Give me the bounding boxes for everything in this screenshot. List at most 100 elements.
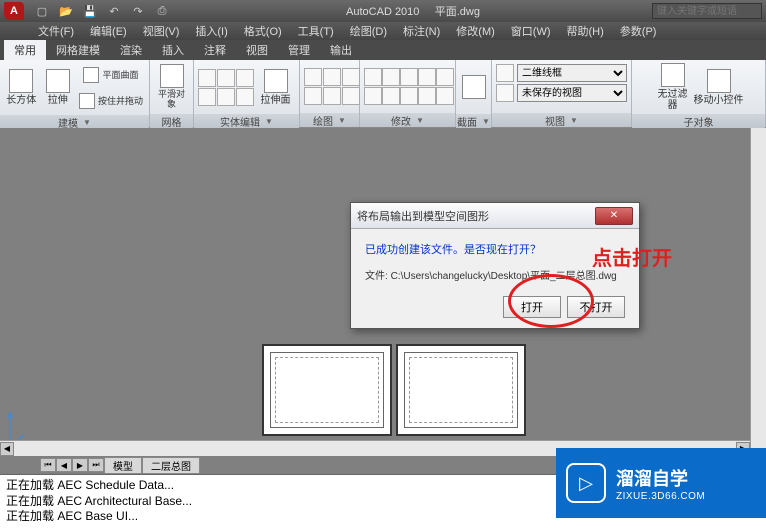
tab-insert[interactable]: 插入 bbox=[152, 40, 194, 60]
draw-tool-4[interactable] bbox=[304, 87, 322, 105]
file-name: 平面.dwg bbox=[435, 6, 480, 18]
layout-tab-model[interactable]: 模型 bbox=[104, 457, 142, 474]
mod-tool-3[interactable] bbox=[400, 68, 418, 86]
planarsurf-icon bbox=[83, 67, 99, 83]
tab-annotate[interactable]: 注释 bbox=[194, 40, 236, 60]
draw-tool-6[interactable] bbox=[342, 87, 360, 105]
qat-undo-icon[interactable]: ↶ bbox=[103, 2, 125, 20]
mod-tool-8[interactable] bbox=[400, 87, 418, 105]
thumbnail-1[interactable] bbox=[262, 344, 392, 436]
draw-tool-1[interactable] bbox=[304, 68, 322, 86]
view-icon-1[interactable] bbox=[496, 64, 514, 82]
menu-format[interactable]: 格式(O) bbox=[236, 23, 290, 39]
mod-tool-10[interactable] bbox=[436, 87, 454, 105]
scroll-left-icon[interactable]: ◀ bbox=[0, 442, 14, 456]
solid-tool-5[interactable] bbox=[217, 88, 235, 106]
quick-access-toolbar: A ▢ 📂 💾 ↶ ↷ ⎙ AutoCAD 2010 平面.dwg bbox=[0, 0, 766, 22]
thumbnail-2[interactable] bbox=[396, 344, 526, 436]
chevron-down-icon[interactable]: ▼ bbox=[83, 118, 91, 127]
layout-prev-icon[interactable]: ◀ bbox=[56, 458, 72, 472]
view-icon-2[interactable] bbox=[496, 84, 514, 102]
menu-file[interactable]: 文件(F) bbox=[30, 23, 82, 39]
smooth-icon bbox=[160, 64, 184, 88]
qat-open-icon[interactable]: 📂 bbox=[55, 2, 77, 20]
gizmo-button[interactable]: 移动小控件 bbox=[694, 62, 744, 112]
presspull-button[interactable]: 按住并拖动 bbox=[77, 88, 145, 113]
panel-draw: 绘图 ▼ bbox=[300, 60, 360, 127]
layout-last-icon[interactable]: ⏭ bbox=[88, 458, 104, 472]
panel-title-grid: 网格 bbox=[162, 114, 182, 129]
mod-tool-1[interactable] bbox=[364, 68, 382, 86]
draw-tool-5[interactable] bbox=[323, 87, 341, 105]
layout-tab-floor2[interactable]: 二层总图 bbox=[142, 457, 200, 474]
qat-save-icon[interactable]: 💾 bbox=[79, 2, 101, 20]
close-button[interactable]: ✕ bbox=[595, 207, 633, 225]
menu-help[interactable]: 帮助(H) bbox=[559, 23, 612, 39]
mod-tool-9[interactable] bbox=[418, 87, 436, 105]
tab-view[interactable]: 视图 bbox=[236, 40, 278, 60]
solid-tool-4[interactable] bbox=[198, 88, 216, 106]
solid-tool-6[interactable] bbox=[236, 88, 254, 106]
dialog-titlebar[interactable]: 将布局输出到模型空间图形 ✕ bbox=[351, 203, 639, 229]
extrudeface-button[interactable]: 拉伸面 bbox=[256, 62, 295, 112]
planarsurf-button[interactable]: 平面曲面 bbox=[77, 62, 145, 87]
menu-insert[interactable]: 插入(I) bbox=[187, 23, 235, 39]
tab-manage[interactable]: 管理 bbox=[278, 40, 320, 60]
qat-new-icon[interactable]: ▢ bbox=[31, 2, 53, 20]
menu-modify[interactable]: 修改(M) bbox=[448, 23, 503, 39]
solid-tool-2[interactable] bbox=[217, 69, 235, 87]
box-button[interactable]: 长方体 bbox=[4, 63, 39, 113]
dialog-filepath: 文件: C:\Users\changelucky\Desktop\平面_二层总图… bbox=[365, 267, 625, 282]
chevron-down-icon[interactable]: ▼ bbox=[416, 116, 424, 125]
tab-render[interactable]: 渲染 bbox=[110, 40, 152, 60]
chevron-down-icon[interactable]: ▼ bbox=[570, 116, 578, 125]
dialog-title: 将布局输出到模型空间图形 bbox=[357, 208, 489, 224]
menu-view[interactable]: 视图(V) bbox=[135, 23, 188, 39]
extrude-button[interactable]: 拉伸 bbox=[41, 63, 76, 113]
visual-style-select[interactable]: 二维线框 bbox=[517, 64, 627, 82]
chevron-down-icon[interactable]: ▼ bbox=[482, 117, 490, 126]
menu-draw[interactable]: 绘图(D) bbox=[342, 23, 395, 39]
tab-mesh[interactable]: 网格建模 bbox=[46, 40, 110, 60]
saved-view-select[interactable]: 未保存的视图 bbox=[517, 84, 627, 102]
menu-dim[interactable]: 标注(N) bbox=[395, 23, 448, 39]
mod-tool-5[interactable] bbox=[436, 68, 454, 86]
qat-redo-icon[interactable]: ↷ bbox=[127, 2, 149, 20]
panel-modify: 修改▼ bbox=[360, 60, 456, 127]
panel-title-solid: 实体编辑 bbox=[220, 114, 260, 129]
search-input[interactable] bbox=[652, 3, 762, 19]
qat-print-icon[interactable]: ⎙ bbox=[151, 2, 173, 20]
layout-next-icon[interactable]: ▶ bbox=[72, 458, 88, 472]
menu-window[interactable]: 窗口(W) bbox=[503, 23, 559, 39]
mod-tool-6[interactable] bbox=[364, 87, 382, 105]
chevron-down-icon[interactable]: ▼ bbox=[265, 117, 273, 126]
panel-solid: 拉伸面 实体编辑 ▼ bbox=[194, 60, 300, 127]
tab-output[interactable]: 输出 bbox=[320, 40, 362, 60]
layout-first-icon[interactable]: ⏮ bbox=[40, 458, 56, 472]
nofilter-button[interactable]: 无过滤器 bbox=[654, 62, 692, 112]
tab-common[interactable]: 常用 bbox=[4, 40, 46, 60]
mod-tool-7[interactable] bbox=[382, 87, 400, 105]
solid-tool-1[interactable] bbox=[198, 69, 216, 87]
ribbon-tab-strip: 常用 网格建模 渲染 插入 注释 视图 管理 输出 bbox=[0, 40, 766, 60]
open-button[interactable]: 打开 bbox=[503, 296, 561, 318]
menu-edit[interactable]: 编辑(E) bbox=[82, 23, 135, 39]
vertical-scrollbar[interactable] bbox=[750, 128, 766, 456]
mod-tool-4[interactable] bbox=[418, 68, 436, 86]
noopen-button[interactable]: 不打开 bbox=[567, 296, 625, 318]
smooth-button[interactable]: 平滑对象 bbox=[154, 62, 189, 112]
menu-tools[interactable]: 工具(T) bbox=[290, 23, 342, 39]
draw-tool-3[interactable] bbox=[342, 68, 360, 86]
menu-param[interactable]: 参数(P) bbox=[612, 23, 665, 39]
solid-tool-3[interactable] bbox=[236, 69, 254, 87]
panel-title-draw: 绘图 bbox=[313, 113, 333, 128]
section-button[interactable] bbox=[460, 62, 487, 112]
chevron-down-icon[interactable]: ▼ bbox=[338, 116, 346, 125]
extrude-icon bbox=[46, 69, 70, 93]
panel-title-section: 截面 bbox=[457, 114, 477, 129]
watermark-logo-icon: ▷ bbox=[566, 463, 606, 503]
mod-tool-2[interactable] bbox=[382, 68, 400, 86]
extrudeface-icon bbox=[264, 69, 288, 93]
app-logo[interactable]: A bbox=[4, 2, 24, 20]
draw-tool-2[interactable] bbox=[323, 68, 341, 86]
